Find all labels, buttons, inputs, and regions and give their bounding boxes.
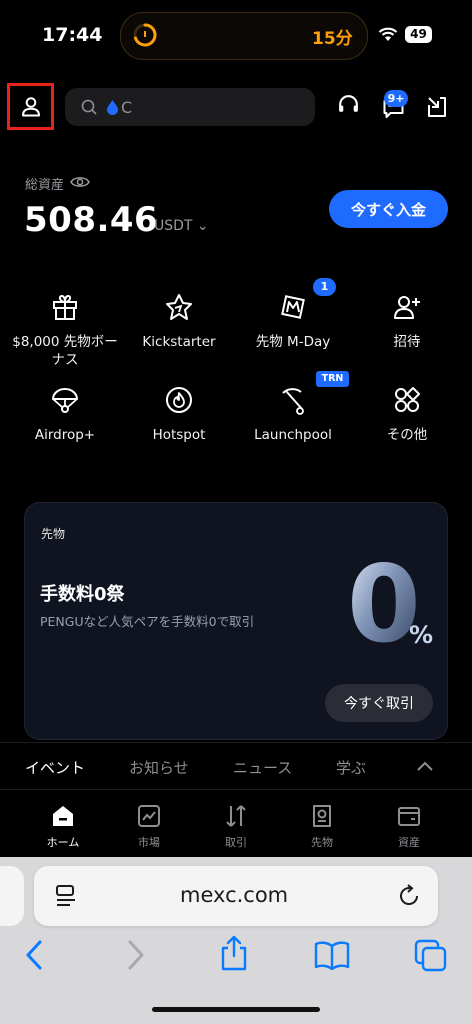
promo-description: PENGUなど人気ペアを手数料0で取引 [40, 614, 255, 629]
quick-action-kickstarter[interactable]: Kickstarter [120, 292, 238, 351]
futures-doc-icon [309, 803, 335, 829]
m-day-badge: 1 [313, 278, 336, 296]
search-text: C [121, 97, 133, 117]
currency-selector[interactable]: USDT ⌄ [154, 218, 209, 234]
launchpool-badge: TRN [316, 371, 349, 387]
trade-now-button[interactable]: 今すぐ取引 [325, 684, 433, 722]
quick-action-invite[interactable]: 招待 [348, 292, 466, 351]
nav-label: 取引 [225, 836, 247, 849]
quick-action-label: Airdrop+ [34, 427, 96, 443]
quick-action-hotspot[interactable]: Hotspot [120, 385, 238, 444]
battery-indicator: 49 [405, 26, 432, 43]
nav-market[interactable]: 市場 [114, 803, 184, 850]
nav-label: 市場 [138, 836, 160, 849]
support-headset-icon[interactable] [336, 92, 361, 117]
notifications-badge: 9+ [384, 90, 408, 107]
m-day-icon [278, 292, 308, 322]
reload-icon[interactable] [396, 883, 422, 909]
hot-drop-icon [107, 99, 118, 115]
divider [0, 742, 472, 743]
wallet-icon [396, 803, 422, 829]
nav-futures[interactable]: 先物 [287, 803, 357, 850]
tabs-icon[interactable] [413, 938, 449, 974]
promo-tag: 先物 [41, 527, 66, 541]
previous-tab-preview[interactable] [0, 866, 24, 926]
profile-button[interactable] [7, 83, 54, 130]
nav-label: 先物 [311, 836, 333, 849]
user-icon [21, 96, 40, 116]
quick-action-label: $8,000 先物ボーナス [12, 334, 118, 368]
rocket-icon [164, 292, 194, 322]
page-menu-icon[interactable] [54, 883, 78, 909]
search-bar[interactable]: C [65, 88, 315, 126]
nav-trade[interactable]: 取引 [201, 803, 271, 850]
grid-icon [392, 385, 422, 415]
quick-action-label: Hotspot [152, 427, 206, 443]
quick-action-label: 先物 M-Day [255, 334, 331, 350]
quick-action-more[interactable]: その他 [348, 385, 466, 444]
zero-percent-graphic: 0 % [343, 545, 443, 655]
nav-label: ホーム [46, 836, 80, 849]
wifi-icon [378, 27, 398, 42]
trade-arrows-icon [223, 803, 249, 829]
status-time: 17:44 [42, 24, 103, 46]
timer-ring-icon [132, 22, 158, 48]
tab-news[interactable]: ニュース [233, 757, 292, 778]
timer-remaining: 15分 [312, 29, 353, 49]
url-text[interactable]: mexc.com [180, 883, 288, 907]
tab-learn[interactable]: 学ぶ [336, 757, 366, 778]
tab-announcements[interactable]: お知らせ [129, 757, 189, 778]
flame-icon [164, 385, 194, 415]
total-assets-value: 508.46 [24, 200, 159, 240]
bookmarks-icon[interactable] [313, 938, 351, 972]
quick-action-label: 招待 [393, 334, 421, 350]
pickaxe-icon [278, 385, 308, 415]
quick-action-m-day[interactable]: 先物 M-Day [234, 292, 352, 351]
home-icon [50, 803, 76, 829]
promo-percent: % [409, 621, 433, 649]
forward-icon[interactable] [122, 938, 148, 972]
nav-label: 資産 [398, 836, 420, 849]
total-assets-label: 総資産 [25, 178, 65, 193]
gift-icon [50, 292, 80, 322]
nav-assets[interactable]: 資産 [374, 803, 444, 850]
eye-icon[interactable] [70, 175, 90, 189]
deposit-button[interactable]: 今すぐ入金 [329, 190, 448, 228]
quick-action-label: その他 [386, 427, 428, 443]
promo-title: 手数料0祭 [40, 584, 125, 605]
divider [0, 789, 472, 790]
quick-action-label: Launchpool [254, 427, 332, 443]
quick-action-futures-bonus[interactable]: $8,000 先物ボーナス [6, 292, 124, 369]
share-icon[interactable] [218, 934, 250, 972]
scan-switch-icon[interactable] [425, 95, 449, 119]
chevron-up-icon[interactable] [416, 760, 434, 772]
search-icon [81, 99, 97, 115]
market-chart-icon [136, 803, 162, 829]
quick-action-airdrop[interactable]: Airdrop+ [6, 385, 124, 444]
quick-action-launchpool[interactable]: Launchpool [234, 385, 352, 444]
nav-home[interactable]: ホーム [28, 803, 98, 850]
back-icon[interactable] [22, 938, 48, 972]
tab-events[interactable]: イベント [25, 757, 85, 778]
home-indicator [152, 1007, 320, 1012]
invite-user-icon [392, 292, 422, 322]
quick-action-label: Kickstarter [142, 334, 216, 350]
parachute-icon [50, 385, 80, 415]
promo-card[interactable]: 先物 手数料0祭 PENGUなど人気ペアを手数料0で取引 0 % 今すぐ取引 [24, 502, 448, 740]
